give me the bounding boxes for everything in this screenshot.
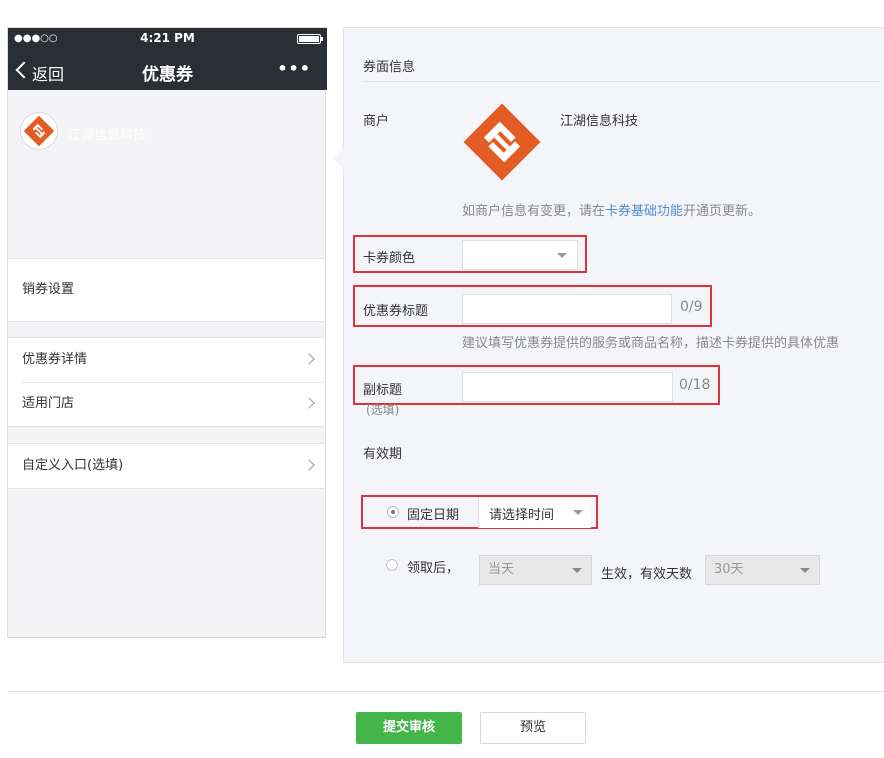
effective-text: 生效，有效天数 (601, 567, 693, 582)
title-input[interactable] (462, 294, 672, 324)
fixed-date-radio[interactable] (387, 506, 399, 518)
more-icon[interactable]: ••• (277, 59, 311, 78)
cell-label: 优惠券详情 (22, 352, 88, 367)
chevron-down-icon (800, 568, 810, 573)
section-divider (363, 81, 881, 82)
card-color-label: 卡券颜色 (363, 251, 416, 266)
section-title: 券面信息 (363, 60, 416, 75)
merchant-logo-icon (463, 103, 541, 181)
cell-group-1: 销券设置 (8, 258, 325, 322)
battery-icon (297, 34, 323, 44)
card-color-select[interactable] (462, 240, 578, 270)
cell-coupon-details[interactable]: 优惠券详情 (8, 338, 325, 382)
chevron-right-icon (303, 353, 315, 365)
fixed-date-select[interactable]: 请选择时间 (478, 498, 591, 528)
chevron-right-icon (303, 459, 315, 471)
preview-merchant-name: 江湖信息科技 (68, 128, 147, 143)
validity-days-value: 30天 (714, 562, 744, 577)
merchant-hint-suffix: 开通页更新。 (683, 204, 762, 219)
chevron-down-icon (573, 510, 583, 515)
cell-label: 适用门店 (22, 396, 75, 411)
cell-label: 自定义入口(选填) (22, 458, 124, 473)
cell-group-2: 优惠券详情 适用门店 (8, 337, 325, 427)
fixed-date-label[interactable]: 固定日期 (407, 504, 459, 523)
subtitle-input[interactable] (462, 372, 673, 402)
after-receive-radio[interactable] (386, 559, 398, 571)
submit-review-button[interactable]: 提交审核 (356, 712, 462, 744)
cell-sales-settings[interactable]: 销券设置 (8, 259, 325, 321)
panel-pointer (334, 148, 344, 170)
validity-days-select[interactable]: 30天 (705, 555, 820, 585)
cell-applicable-stores[interactable]: 适用门店 (8, 382, 325, 426)
after-receive-select-value: 当天 (488, 562, 515, 577)
cell-custom-entry[interactable]: 自定义入口(选填) (8, 444, 325, 488)
merchant-logo-small (20, 112, 58, 150)
after-receive-select[interactable]: 当天 (479, 555, 592, 585)
fixed-date-select-value: 请选择时间 (489, 508, 555, 523)
merchant-hint: 如商户信息有变更，请在卡券基础功能开通页更新。 (462, 200, 761, 219)
subtitle-optional: (选填) (366, 403, 400, 417)
preview-button[interactable]: 预览 (480, 712, 586, 744)
merchant-name: 江湖信息科技 (560, 114, 639, 129)
title-label: 优惠券标题 (363, 304, 429, 319)
after-receive-label[interactable]: 领取后， (407, 557, 459, 576)
phone-header: ●●●○○ 4:21 PM 返回 优惠券 ••• (8, 28, 327, 90)
merchant-label: 商户 (363, 114, 390, 129)
merchant-hint-prefix: 如商户信息有变更，请在 (462, 204, 606, 219)
chevron-right-icon (303, 397, 315, 409)
title-hint: 建议填写优惠券提供的服务或商品名称，描述卡券提供的具体优惠 (462, 336, 840, 351)
chevron-down-icon (557, 253, 567, 258)
phone-preview: ●●●○○ 4:21 PM 返回 优惠券 ••• 江湖信息科技 销券设置 优惠券… (7, 27, 327, 638)
subtitle-counter: 0/18 (679, 377, 711, 393)
chevron-down-icon (572, 568, 582, 573)
status-time: 4:21 PM (140, 31, 195, 45)
footer-divider (7, 691, 884, 692)
basic-features-link[interactable]: 卡券基础功能 (605, 204, 683, 219)
title-counter: 0/9 (680, 299, 703, 315)
validity-label: 有效期 (363, 447, 403, 462)
cell-group-3: 自定义入口(选填) (8, 443, 325, 489)
subtitle-label: 副标题 (363, 383, 403, 398)
cell-label: 销券设置 (22, 282, 75, 297)
logo-icon (24, 116, 54, 146)
